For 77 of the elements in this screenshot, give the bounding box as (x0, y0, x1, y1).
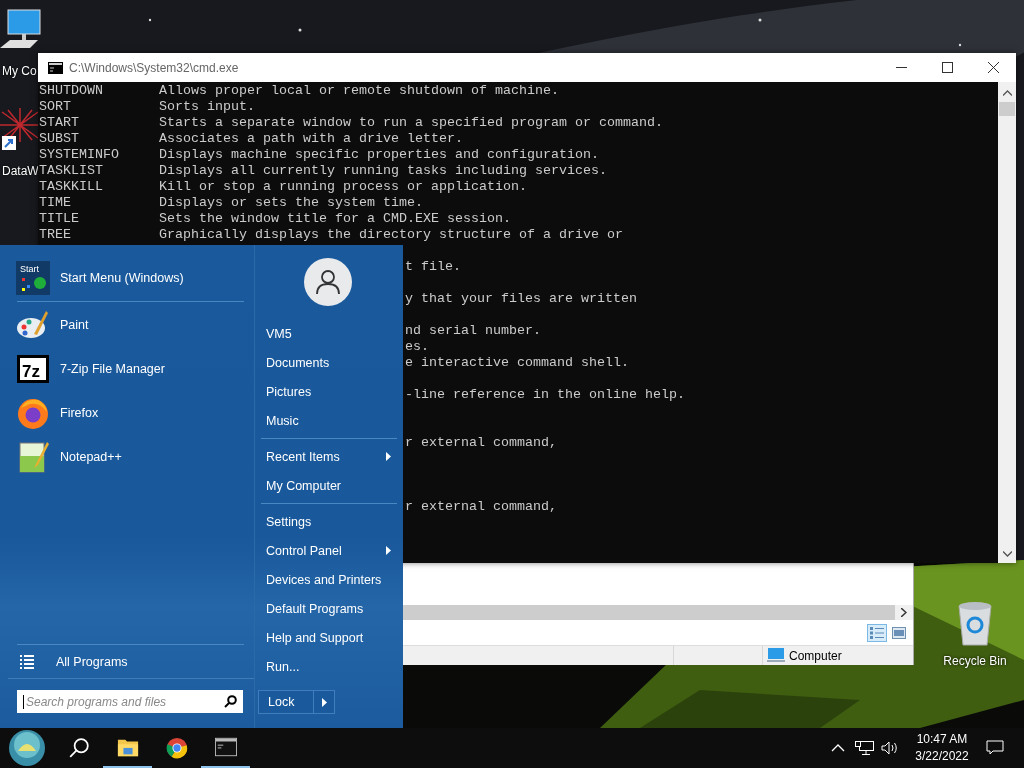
start-menu-item[interactable]: Start Start Menu (Windows) (0, 262, 254, 294)
desktop-icon-label[interactable]: Recycle Bin (943, 654, 1007, 668)
list-icon (20, 654, 34, 669)
search-icon (67, 737, 90, 759)
desktop-icon-label[interactable]: DataW (0, 164, 39, 178)
start-link[interactable]: VM5 (255, 319, 403, 348)
computer-icon (767, 648, 785, 663)
scroll-right-icon[interactable] (901, 608, 907, 617)
recycle-bin-icon[interactable] (955, 600, 995, 646)
command-name: TIME (39, 195, 72, 211)
start-link[interactable]: Music (255, 406, 403, 435)
lock-button[interactable]: Lock (258, 690, 335, 714)
command-description: Starts a separate window to run a specified program or command. (159, 115, 663, 131)
console-text: y that your files are written (405, 291, 637, 306)
browser-icon (16, 396, 50, 430)
notepad-icon (16, 440, 50, 474)
command-name: SORT (39, 99, 72, 115)
archive-icon: 7z (16, 352, 50, 386)
command-description: Graphically displays the directory structure of a drive or (159, 227, 623, 243)
scroll-down-icon[interactable] (1002, 551, 1012, 557)
command-description: Displays all currently running tasks including services. (159, 163, 607, 179)
command-name: START (39, 115, 80, 131)
command-description: Sets the window title for a CMD.EXE session. (159, 211, 511, 227)
command-name: SUBST (39, 131, 80, 147)
start-link[interactable]: Control Panel (255, 536, 403, 565)
command-description: Allows proper local or remote shutdown of machine. (159, 83, 559, 99)
terminal-icon (48, 61, 63, 74)
close-icon (987, 62, 999, 73)
command-name: TREE (39, 227, 72, 243)
program-item[interactable]: 7z 7-Zip File Manager (0, 347, 254, 391)
scrollbar-thumb[interactable] (999, 102, 1015, 116)
start-menu-icon: Start (16, 261, 50, 295)
start-link[interactable]: Recent Items (255, 442, 403, 471)
search-icon (224, 695, 237, 708)
window-title: C:\Windows\System32\cmd.exe (69, 60, 240, 75)
network-icon[interactable] (853, 740, 875, 756)
command-description: Sorts input. (159, 99, 255, 115)
start-link[interactable]: Documents (255, 348, 403, 377)
console-text: es. (405, 339, 429, 354)
caret-icon (321, 697, 327, 707)
command-name: SYSTEMINFO (39, 147, 120, 163)
console-text: nd serial number. (405, 323, 541, 338)
terminal-icon (214, 736, 237, 758)
desktop-icon-label[interactable]: My Co (0, 64, 37, 78)
maximize-icon (941, 62, 953, 73)
command-description: Associates a path with a drive letter. (159, 131, 463, 147)
start-link[interactable]: Default Programs (255, 594, 403, 623)
console-text: e interactive command shell. (405, 355, 629, 370)
command-name: TASKKILL (39, 179, 104, 195)
program-item[interactable]: Firefox (0, 391, 254, 435)
command-description: Kill or stop a running process or application. (159, 179, 527, 195)
clock[interactable]: 10:47 AM 3/22/2022 (909, 731, 975, 765)
all-programs-button[interactable]: All Programs (0, 645, 254, 678)
program-item[interactable]: Notepad++ (0, 435, 254, 479)
console-text: r external command, (405, 499, 557, 514)
notification-icon (986, 740, 1004, 756)
command-description: Displays or sets the system time. (159, 195, 423, 211)
scroll-up-icon[interactable] (1002, 90, 1012, 96)
chrome-icon (165, 737, 188, 759)
search-field[interactable]: Search programs and files (17, 690, 243, 713)
program-item[interactable]: Paint (0, 303, 254, 347)
command-description: Displays machine specific properties and configuration. (159, 147, 599, 163)
console-text: -line reference in the online help. (405, 387, 685, 402)
details-view-button[interactable] (867, 623, 887, 642)
console-text: t file. (405, 259, 461, 274)
status-location: Computer (789, 648, 842, 663)
start-link[interactable]: Settings (255, 507, 403, 536)
start-link[interactable]: Help and Support (255, 623, 403, 652)
command-name: TITLE (39, 211, 80, 227)
start-link[interactable]: Devices and Printers (255, 565, 403, 594)
console-text: r external command, (405, 435, 557, 450)
command-name: TASKLIST (39, 163, 104, 179)
start-link[interactable]: Pictures (255, 377, 403, 406)
command-name: SHUTDOWN (39, 83, 104, 99)
user-avatar[interactable] (304, 258, 352, 306)
start-link[interactable]: Run... (255, 652, 403, 681)
start-link[interactable]: My Computer (255, 471, 403, 500)
